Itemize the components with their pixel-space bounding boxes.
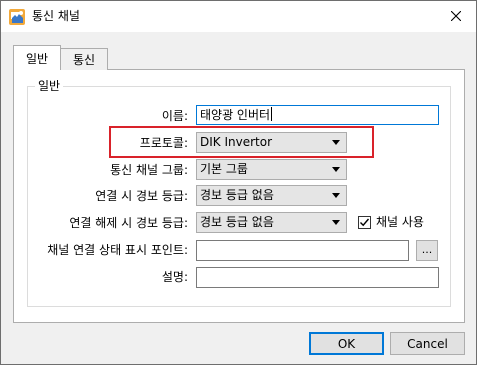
chevron-down-icon [332, 140, 340, 145]
channel-group-select[interactable]: 기본 그룹 [196, 159, 347, 180]
dialog-window: 통신 채널 통신 일반 일반 이름: 태양광 인버터 프로토콜: DIK Inv… [0, 0, 477, 365]
disconnect-alarm-label: 연결 해제 시 경보 등급: [69, 216, 188, 230]
name-value: 태양광 인버터 [200, 108, 271, 122]
status-point-input[interactable] [196, 240, 409, 261]
group-title: 일반 [35, 79, 64, 93]
tab-communication[interactable]: 통신 [60, 48, 108, 70]
channel-enabled-checkbox[interactable] [358, 216, 371, 229]
protocol-value: DIK Invertor [200, 135, 273, 149]
cancel-button[interactable]: Cancel [390, 332, 465, 355]
disconnect-alarm-select[interactable]: 경보 등급 없음 [196, 212, 347, 233]
channel-group-label: 통신 채널 그룹: [110, 163, 188, 177]
chevron-down-icon [332, 220, 340, 225]
protocol-select[interactable]: DIK Invertor [196, 132, 347, 153]
channel-group-value: 기본 그룹 [200, 162, 248, 176]
connect-alarm-label: 연결 시 경보 등급: [95, 189, 188, 203]
window-title: 통신 채널 [32, 9, 80, 23]
name-label: 이름: [161, 109, 188, 123]
description-input[interactable] [196, 267, 439, 288]
title-bar: 통신 채널 [1, 1, 476, 32]
connect-alarm-select[interactable]: 경보 등급 없음 [196, 185, 347, 206]
browse-button[interactable]: ... [416, 240, 438, 261]
checkmark-icon [360, 218, 370, 227]
close-icon [450, 10, 462, 24]
close-button[interactable] [436, 1, 476, 32]
channel-enabled-label[interactable]: 채널 사용 [376, 215, 424, 229]
description-label: 설명: [161, 270, 188, 284]
tab-general[interactable]: 일반 [13, 45, 61, 70]
chevron-down-icon [332, 167, 340, 172]
status-point-label: 채널 연결 상태 표시 포인트: [47, 243, 188, 257]
protocol-label: 프로토콜: [139, 136, 188, 150]
chevron-down-icon [332, 193, 340, 198]
disconnect-alarm-value: 경보 등급 없음 [200, 215, 274, 229]
name-input[interactable]: 태양광 인버터 [196, 105, 439, 125]
connect-alarm-value: 경보 등급 없음 [200, 188, 274, 202]
text-caret [271, 107, 273, 121]
ok-button[interactable]: OK [309, 332, 384, 355]
app-icon [9, 9, 25, 25]
